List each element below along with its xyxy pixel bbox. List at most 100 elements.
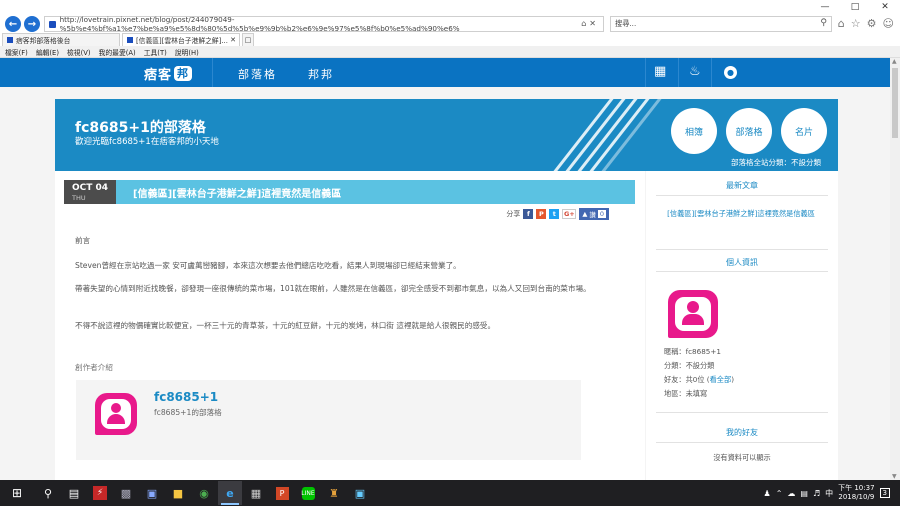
- latest-posts-heading: 最新文章: [726, 181, 758, 190]
- internet-explorer-icon[interactable]: e: [218, 481, 242, 505]
- onedrive-icon[interactable]: ☁: [787, 489, 795, 498]
- browser-chrome: ← → http://lovetrain.pixnet.net/blog/pos…: [0, 0, 900, 46]
- share-label: 分享: [506, 210, 521, 218]
- tab-close-icon[interactable]: ✕: [230, 36, 236, 44]
- smiley-icon[interactable]: ☺: [883, 17, 894, 30]
- menu-tools[interactable]: 工具(T): [144, 47, 167, 57]
- volume-icon[interactable]: ♬: [813, 489, 820, 498]
- nav-blog[interactable]: 部落格: [238, 66, 277, 82]
- author-section-label: 創作者介紹: [75, 363, 113, 372]
- tab-current-post[interactable]: [信義區][雲林台子港鮮之鮮]... ✕: [122, 33, 240, 46]
- avatar-body: [107, 414, 125, 424]
- author-name[interactable]: fc8685+1: [154, 390, 218, 404]
- window-controls: — □ ✕: [810, 0, 900, 14]
- category-line[interactable]: 部落格全站分類：不設分類: [731, 157, 821, 168]
- post-main: OCT 04 THU [信義區][雲林台子港鮮之鮮]這裡竟然是信義區 分享 f …: [55, 171, 645, 480]
- page-scrollbar[interactable]: ▲ ▼: [890, 58, 900, 480]
- menu-view[interactable]: 檢視(V): [67, 47, 91, 57]
- logo-text: 痞客: [144, 67, 173, 83]
- nav-bangbang[interactable]: 邦邦: [308, 66, 334, 82]
- task-view-icon[interactable]: ▤: [62, 481, 86, 505]
- latest-post-link[interactable]: [信義區][雲林台子港鮮之鮮]這裡竟然是信義區: [666, 207, 816, 221]
- ime-indicator[interactable]: 中: [825, 488, 833, 499]
- chrome-icon[interactable]: ◉: [192, 481, 216, 505]
- line-icon[interactable]: LINE: [296, 481, 320, 505]
- paint-icon[interactable]: ♜: [322, 481, 346, 505]
- apps-grid-icon[interactable]: ▦: [654, 64, 666, 79]
- new-tab-button[interactable]: □: [242, 33, 254, 46]
- favorites-star-icon[interactable]: ☆: [851, 17, 861, 30]
- post-paragraph: Steven曾經在京站吃過一家 安可盧萬巒豬腳，本來這次想要去他們總店吃吃看，結…: [75, 261, 461, 270]
- share-bar: 分享 f P t G+ ▲ 讚 0: [506, 208, 609, 220]
- back-icon[interactable]: ←: [5, 16, 21, 32]
- friends-see-all-link[interactable]: 看全部: [710, 375, 732, 384]
- blog-subtitle: 歡迎光臨fc8685+1在痞客邦的小天地: [75, 137, 219, 147]
- twitter-share-icon[interactable]: t: [549, 209, 560, 219]
- profile-region: 地區：未填寫: [664, 389, 708, 398]
- notification-bell-icon[interactable]: ♨: [689, 64, 701, 79]
- album-button[interactable]: 相簿: [671, 108, 717, 154]
- pixnet-logo[interactable]: 痞客 邦: [144, 64, 193, 83]
- powerpoint-icon[interactable]: P: [270, 481, 294, 505]
- scroll-up-icon[interactable]: ▲: [892, 58, 897, 65]
- system-clock[interactable]: 下午 10:37 2018/10/9: [838, 484, 874, 502]
- system-tray: ♟ ⌃ ☁ ▤ ♬ 中 下午 10:37 2018/10/9 3: [764, 480, 890, 506]
- minimize-icon[interactable]: —: [810, 0, 840, 14]
- post-title[interactable]: [信義區][雲林台子港鮮之鮮]這裡竟然是信義區: [133, 185, 341, 200]
- settings-gear-icon[interactable]: ⚙: [867, 17, 877, 30]
- scroll-down-icon[interactable]: ▼: [892, 473, 897, 480]
- menu-favorites[interactable]: 我的最愛(A): [99, 47, 136, 57]
- file-explorer-icon[interactable]: ■: [166, 481, 190, 505]
- page-content: fc8685+1的部落格 歡迎光臨fc8685+1在痞客邦的小天地 相簿 部落格…: [0, 87, 890, 480]
- avatar-inner: [101, 399, 131, 429]
- photo-app-icon[interactable]: ▣: [140, 481, 164, 505]
- app-icon[interactable]: ▣: [348, 481, 372, 505]
- network-app-icon[interactable]: ▩: [114, 481, 138, 505]
- home-icon[interactable]: ⌂: [838, 17, 845, 30]
- plurk-share-icon[interactable]: P: [536, 209, 547, 219]
- divider: [212, 58, 213, 87]
- search-icon[interactable]: ⚲: [820, 18, 827, 28]
- facebook-share-icon[interactable]: f: [523, 209, 534, 219]
- scroll-thumb[interactable]: [892, 68, 898, 138]
- blog-button[interactable]: 部落格: [726, 108, 772, 154]
- profile-avatar[interactable]: [668, 290, 718, 338]
- friends-heading: 我的好友: [726, 428, 758, 437]
- divider: [656, 271, 828, 272]
- google-plus-share-icon[interactable]: G+: [562, 209, 577, 219]
- divider: [656, 195, 828, 196]
- profile-category: 分類：不設分類: [664, 361, 715, 370]
- address-actions[interactable]: ⌂✕: [581, 19, 599, 28]
- search-icon[interactable]: ⚲: [36, 481, 60, 505]
- thumbs-up-icon: ▲: [582, 210, 588, 218]
- menu-help[interactable]: 說明(H): [175, 47, 199, 57]
- network-icon[interactable]: ▤: [800, 489, 808, 498]
- divider: [711, 58, 712, 87]
- divider: [645, 58, 646, 87]
- calculator-icon[interactable]: ▦: [244, 481, 268, 505]
- tab-pixnet-admin[interactable]: 痞客邦部落格後台: [2, 33, 120, 46]
- forward-icon[interactable]: →: [24, 16, 40, 32]
- menu-file[interactable]: 檔案(F): [5, 47, 28, 57]
- site-favicon: [49, 20, 56, 28]
- windows-start-icon[interactable]: ⊞: [0, 481, 34, 505]
- logo-box: 邦: [174, 65, 193, 81]
- search-input[interactable]: 搜尋... ⚲: [610, 16, 832, 32]
- blog-title[interactable]: fc8685+1的部落格: [75, 117, 206, 137]
- address-bar[interactable]: http://lovetrain.pixnet.net/blog/post/24…: [44, 15, 604, 33]
- profile-heading: 個人資訊: [726, 258, 758, 267]
- notification-count[interactable]: 3: [879, 488, 890, 498]
- namecard-button[interactable]: 名片: [781, 108, 827, 154]
- tab-favicon: [127, 37, 133, 43]
- facebook-like-button[interactable]: ▲ 讚 0: [579, 208, 609, 220]
- show-hidden-icon[interactable]: ⌃: [776, 489, 783, 498]
- close-icon[interactable]: ✕: [870, 0, 900, 14]
- avatar-head: [687, 301, 699, 313]
- maximize-icon[interactable]: □: [840, 0, 870, 14]
- author-avatar[interactable]: [95, 393, 137, 435]
- friends-prefix: 好友：共0位 (: [664, 375, 710, 384]
- flash-app-icon[interactable]: ⚡: [88, 481, 112, 505]
- user-avatar-icon[interactable]: ●: [724, 66, 737, 79]
- menu-edit[interactable]: 編輯(E): [36, 47, 59, 57]
- people-icon[interactable]: ♟: [764, 489, 771, 498]
